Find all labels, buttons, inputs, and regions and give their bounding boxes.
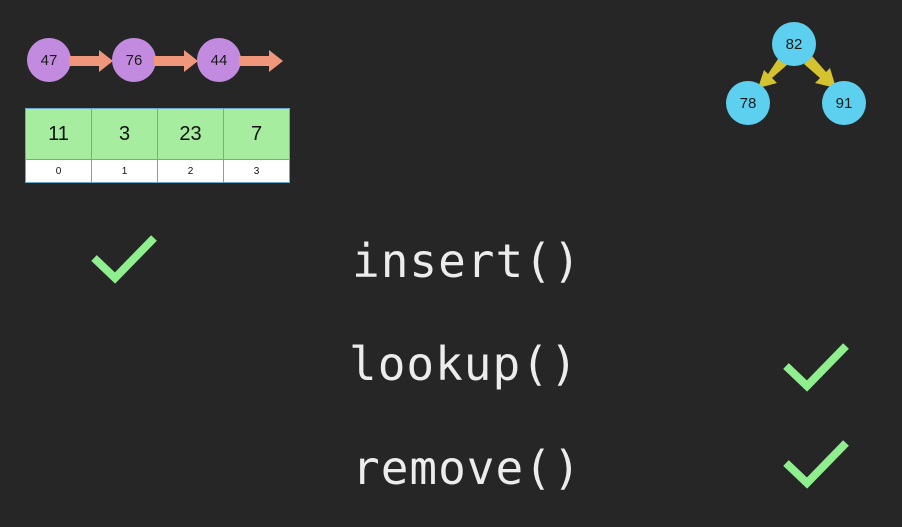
array-index: 2 <box>158 159 224 182</box>
right-arrow-icon <box>239 50 283 72</box>
operation-insert: insert() <box>352 234 582 288</box>
right-arrow-icon <box>69 50 113 72</box>
array-cell: 7 <box>224 109 289 159</box>
array-cell: 23 <box>158 109 224 159</box>
operation-lookup: lookup() <box>349 337 579 391</box>
tree-left-node: 78 <box>726 81 770 125</box>
linked-list-node: 47 <box>27 38 71 82</box>
check-icon <box>783 343 849 392</box>
array-cell: 11 <box>26 109 92 159</box>
array-cell: 3 <box>92 109 158 159</box>
array-index: 3 <box>224 159 289 182</box>
linked-list-node: 76 <box>112 38 156 82</box>
array-index: 1 <box>92 159 158 182</box>
array-table: 11 3 23 7 0 1 2 3 <box>25 108 290 183</box>
linked-list-node: 44 <box>197 38 241 82</box>
tree-right-node: 91 <box>822 81 866 125</box>
check-icon <box>91 235 157 284</box>
array-index-row: 0 1 2 3 <box>26 159 289 182</box>
operation-remove: remove() <box>352 441 582 495</box>
check-icon <box>783 440 849 489</box>
tree-root-node: 82 <box>772 22 816 66</box>
array-index: 0 <box>26 159 92 182</box>
right-arrow-icon <box>154 50 198 72</box>
tree-right-arrow-icon <box>804 56 836 88</box>
array-values-row: 11 3 23 7 <box>26 109 289 159</box>
